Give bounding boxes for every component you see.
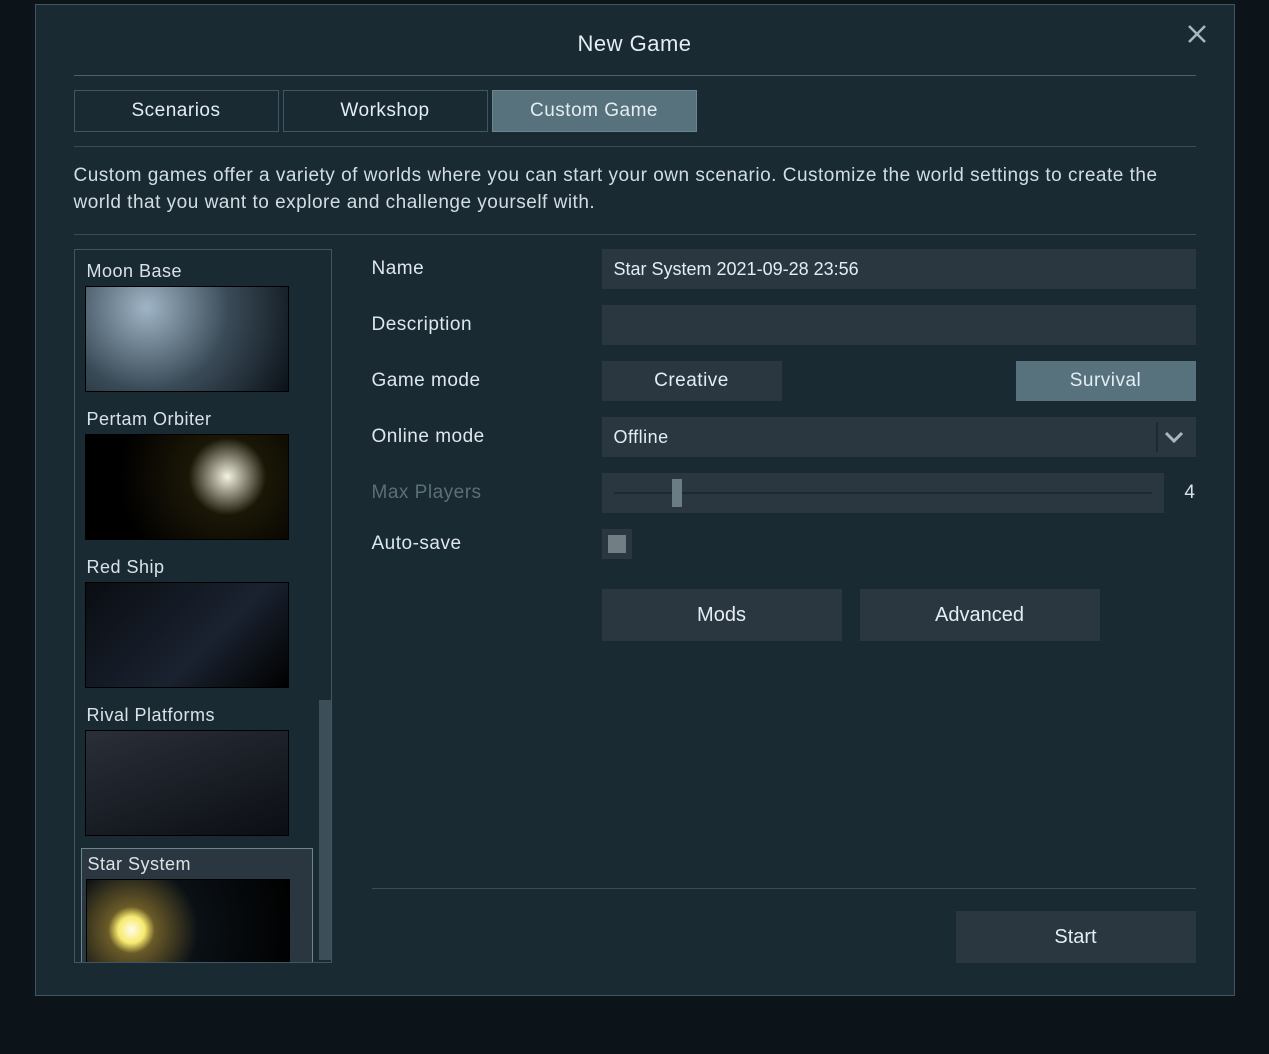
gamemode-label: Game mode [372, 370, 602, 392]
chevron-down-icon[interactable] [1156, 422, 1190, 452]
gamemode-survival-button[interactable]: Survival [1016, 361, 1196, 401]
divider [372, 888, 1196, 889]
scenario-item-moon-base[interactable]: Moon Base [81, 256, 313, 396]
scenario-item-star-system[interactable]: Star System [81, 848, 313, 962]
autosave-checkbox[interactable] [602, 529, 632, 559]
maxplayers-label: Max Players [372, 482, 602, 504]
slider-handle[interactable] [672, 479, 682, 507]
scenario-thumbnail [85, 730, 289, 836]
tab-bar: Scenarios Workshop Custom Game [74, 90, 1196, 132]
autosave-label: Auto-save [372, 533, 602, 555]
checkbox-checked-icon [608, 535, 626, 553]
scrollbar-thumb[interactable] [319, 700, 331, 960]
scenario-label: Pertam Orbiter [85, 407, 309, 434]
scenario-label: Rival Platforms [85, 703, 309, 730]
scenario-scrollbar[interactable] [319, 250, 331, 962]
onlinemode-select[interactable]: Offline [602, 417, 1196, 457]
start-button[interactable]: Start [956, 911, 1196, 963]
divider [74, 75, 1196, 76]
scenario-item-red-ship[interactable]: Red Ship [81, 552, 313, 692]
mods-button[interactable]: Mods [602, 589, 842, 641]
scenario-label: Moon Base [85, 259, 309, 286]
tab-description: Custom games offer a variety of worlds w… [74, 163, 1196, 216]
scenario-thumbnail [86, 879, 290, 962]
scenario-label: Red Ship [85, 555, 309, 582]
tab-scenarios[interactable]: Scenarios [74, 90, 279, 132]
description-input[interactable] [602, 305, 1196, 345]
scenario-item-rival-platforms[interactable]: Rival Platforms [81, 700, 313, 840]
description-label: Description [372, 314, 602, 336]
page-title: New Game [74, 31, 1196, 57]
scenario-item-pertam-orbiter[interactable]: Pertam Orbiter [81, 404, 313, 544]
divider [74, 234, 1196, 235]
maxplayers-value: 4 [1178, 482, 1196, 504]
scenario-thumbnail [85, 434, 289, 540]
name-label: Name [372, 258, 602, 280]
form-area: Name Description Game mode Creative Surv… [372, 249, 1196, 963]
maxplayers-slider[interactable] [602, 473, 1164, 513]
tab-custom-game[interactable]: Custom Game [492, 90, 697, 132]
onlinemode-value: Offline [602, 417, 1196, 457]
new-game-window: New Game Scenarios Workshop Custom Game … [35, 4, 1235, 996]
footer: Start [372, 888, 1196, 963]
gamemode-creative-button[interactable]: Creative [602, 361, 782, 401]
scenario-list-panel: Moon Base Pertam Orbiter Red Ship Rival … [74, 249, 332, 963]
onlinemode-label: Online mode [372, 426, 602, 448]
scenario-thumbnail [85, 286, 289, 392]
name-input[interactable] [602, 249, 1196, 289]
tab-workshop[interactable]: Workshop [283, 90, 488, 132]
scenario-label: Star System [86, 852, 308, 879]
scenario-thumbnail [85, 582, 289, 688]
advanced-button[interactable]: Advanced [860, 589, 1100, 641]
close-icon[interactable] [1182, 19, 1212, 49]
divider [74, 146, 1196, 147]
